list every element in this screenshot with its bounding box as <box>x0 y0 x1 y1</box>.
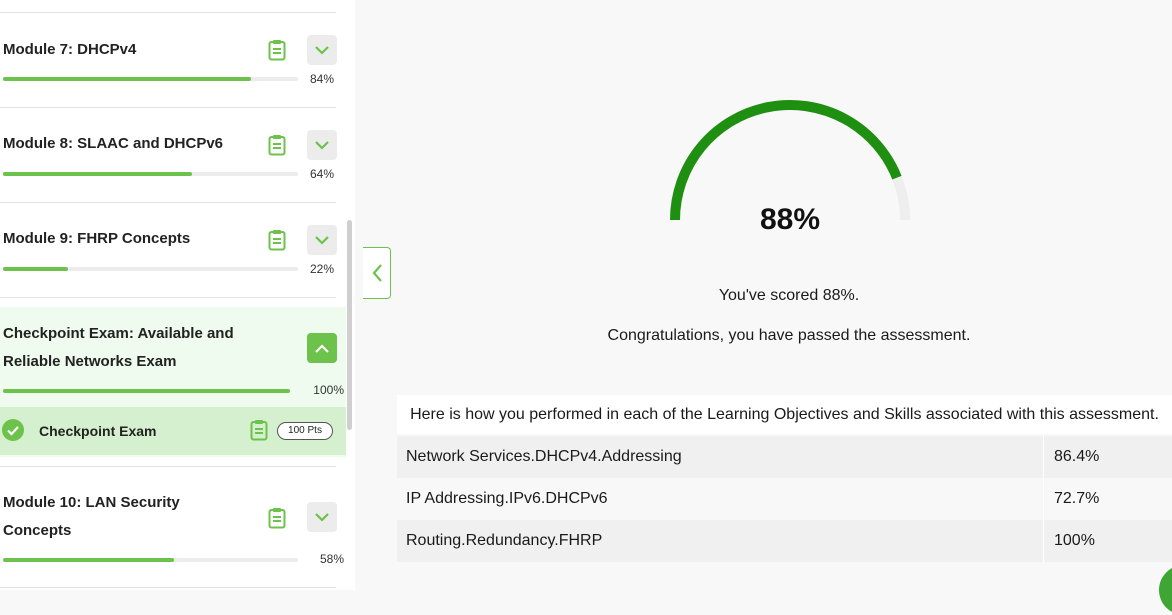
divider <box>0 297 336 298</box>
checkpoint-title-line1[interactable]: Checkpoint Exam: Available and <box>3 320 234 348</box>
objective-score: 72.7% <box>1054 490 1100 507</box>
help-button[interactable] <box>1159 565 1172 615</box>
divider <box>0 466 336 467</box>
module-title[interactable]: Module 8: SLAAC and DHCPv6 <box>3 130 223 158</box>
expand-button[interactable] <box>307 35 337 65</box>
divider <box>0 587 336 588</box>
progress-percent: 22% <box>309 262 334 276</box>
module-8[interactable]: Module 8: SLAAC and DHCPv6 64% <box>0 108 345 202</box>
clipboard-icon[interactable] <box>268 507 286 529</box>
chevron-down-icon <box>315 235 329 245</box>
progress-percent: 100% <box>313 383 344 397</box>
module-7[interactable]: Module 7: DHCPv4 84% <box>0 13 345 107</box>
table-row: Routing.Redundancy.FHRP 100% <box>397 520 1172 562</box>
progress-percent: 64% <box>309 167 334 181</box>
module-10-title-line2[interactable]: Concepts <box>3 517 71 545</box>
progress-bar <box>3 172 298 176</box>
progress-bar <box>3 389 290 393</box>
clipboard-icon[interactable] <box>268 39 286 61</box>
progress-percent: 84% <box>309 72 334 86</box>
checkpoint-title-line2[interactable]: Reliable Networks Exam <box>3 348 176 376</box>
objective-name: Network Services.DHCPv4.Addressing <box>406 448 682 465</box>
module-title[interactable]: Module 9: FHRP Concepts <box>3 225 190 253</box>
chevron-up-icon <box>315 343 329 353</box>
chevron-down-icon <box>315 512 329 522</box>
objective-score: 100% <box>1054 532 1095 549</box>
check-circle-icon <box>2 419 24 441</box>
checkpoint-exam-label[interactable]: Checkpoint Exam <box>39 417 156 445</box>
progress-bar <box>3 77 298 81</box>
table-row: IP Addressing.IPv6.DHCPv6 72.7% <box>397 478 1172 520</box>
sidebar: Module 7: DHCPv4 84% Module 8: SLAAC and… <box>0 0 355 590</box>
objectives-header: Here is how you performed in each of the… <box>397 395 1172 434</box>
score-percent: 88% <box>759 203 821 236</box>
sidebar-scrollbar[interactable] <box>347 220 352 430</box>
objective-name: IP Addressing.IPv6.DHCPv6 <box>406 490 608 507</box>
points-badge: 100 Pts <box>277 422 333 440</box>
module-title[interactable]: Module 7: DHCPv4 <box>3 36 136 64</box>
clipboard-icon[interactable] <box>250 419 268 441</box>
chevron-down-icon <box>315 45 329 55</box>
scored-text: You've scored 88%. <box>718 287 860 304</box>
chevron-down-icon <box>315 140 329 150</box>
clipboard-icon[interactable] <box>268 134 286 156</box>
progress-bar <box>3 558 298 562</box>
chevron-left-icon <box>372 264 382 282</box>
objective-name: Routing.Redundancy.FHRP <box>406 532 603 549</box>
expand-button[interactable] <box>307 225 337 255</box>
collapse-sidebar-button[interactable] <box>363 247 391 299</box>
collapse-section-button[interactable] <box>307 333 337 363</box>
congratulations-text: Congratulations, you have passed the ass… <box>607 327 971 344</box>
objectives-table: Network Services.DHCPv4.Addressing 86.4%… <box>397 436 1172 562</box>
module-10-title-line1[interactable]: Module 10: LAN Security <box>3 489 180 517</box>
progress-percent: 58% <box>319 552 344 566</box>
clipboard-icon[interactable] <box>268 229 286 251</box>
module-9[interactable]: Module 9: FHRP Concepts 22% <box>0 203 345 297</box>
expand-button[interactable] <box>307 502 337 532</box>
table-row: Network Services.DHCPv4.Addressing 86.4% <box>397 436 1172 478</box>
progress-bar <box>3 267 298 271</box>
objective-score: 86.4% <box>1054 448 1100 465</box>
expand-button[interactable] <box>307 130 337 160</box>
